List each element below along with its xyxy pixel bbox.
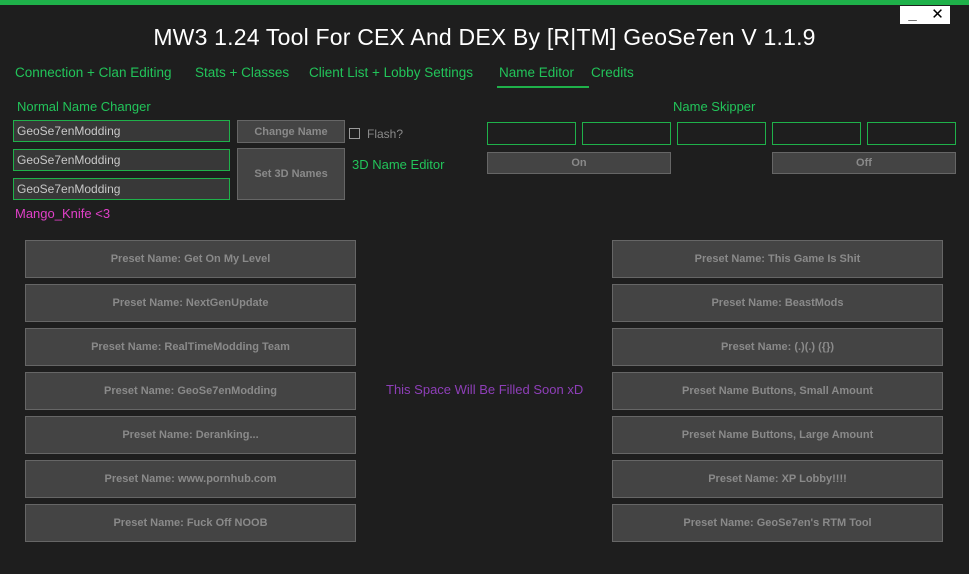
tab-bar: Connection + Clan Editing Stats + Classe… [0,60,969,88]
window-title: MW3 1.24 Tool For CEX And DEX By [R|TM] … [153,24,816,50]
normal-name-changer-heading: Normal Name Changer [17,99,151,114]
tab-credits[interactable]: Credits [591,64,634,88]
flash-checkbox[interactable] [349,128,360,139]
preset-right-4-button[interactable]: Preset Name Buttons, Small Amount [612,372,943,410]
main-window: _ ✕ MW3 1.24 Tool For CEX And DEX By [R|… [0,0,969,574]
set-3d-names-button[interactable]: Set 3D Names [237,148,345,200]
preset-left-2-button[interactable]: Preset Name: NextGenUpdate [25,284,356,322]
preset-left-4-button[interactable]: Preset Name: GeoSe7enModding [25,372,356,410]
tab-stats-classes[interactable]: Stats + Classes [195,64,289,88]
3d-name-editor-label: 3D Name Editor [352,157,445,172]
skipper-off-button[interactable]: Off [772,152,956,174]
preset-left-3-button[interactable]: Preset Name: RealTimeModding Team [25,328,356,366]
preset-right-2-button[interactable]: Preset Name: BeastMods [612,284,943,322]
preset-right-1-button[interactable]: Preset Name: This Game Is Shit [612,240,943,278]
tab-client-list-lobby-settings[interactable]: Client List + Lobby Settings [309,64,473,88]
credit-label: Mango_Knife <3 [15,206,111,221]
tab-connection-clan-editing[interactable]: Connection + Clan Editing [15,64,171,88]
close-button[interactable]: ✕ [925,6,950,24]
skipper-field-1[interactable] [487,122,576,145]
skipper-field-5[interactable] [867,122,956,145]
preset-right-5-button[interactable]: Preset Name Buttons, Large Amount [612,416,943,454]
preset-right-7-button[interactable]: Preset Name: GeoSe7en's RTM Tool [612,504,943,542]
name-field-3[interactable]: GeoSe7enModding [13,178,230,200]
preset-left-6-button[interactable]: Preset Name: www.pornhub.com [25,460,356,498]
name-skipper-heading: Name Skipper [673,99,756,114]
preset-right-6-button[interactable]: Preset Name: XP Lobby!!!! [612,460,943,498]
placeholder-text: This Space Will Be Filled Soon xD [386,382,584,397]
skipper-field-4[interactable] [772,122,861,145]
minimize-button[interactable]: _ [900,6,925,24]
name-field-2[interactable]: GeoSe7enModding [13,149,230,171]
accent-bar [0,0,969,5]
tab-name-editor[interactable]: Name Editor [497,64,589,88]
preset-left-5-button[interactable]: Preset Name: Deranking... [25,416,356,454]
skipper-on-button[interactable]: On [487,152,671,174]
skipper-field-2[interactable] [582,122,671,145]
preset-left-1-button[interactable]: Preset Name: Get On My Level [25,240,356,278]
window-controls: _ ✕ [900,6,950,24]
preset-right-3-button[interactable]: Preset Name: (.)(.) ({}) [612,328,943,366]
name-field-1[interactable]: GeoSe7enModding [13,120,230,142]
flash-label: Flash? [367,127,404,141]
preset-left-7-button[interactable]: Preset Name: Fuck Off NOOB [25,504,356,542]
skipper-field-3[interactable] [677,122,766,145]
change-name-button[interactable]: Change Name [237,120,345,143]
